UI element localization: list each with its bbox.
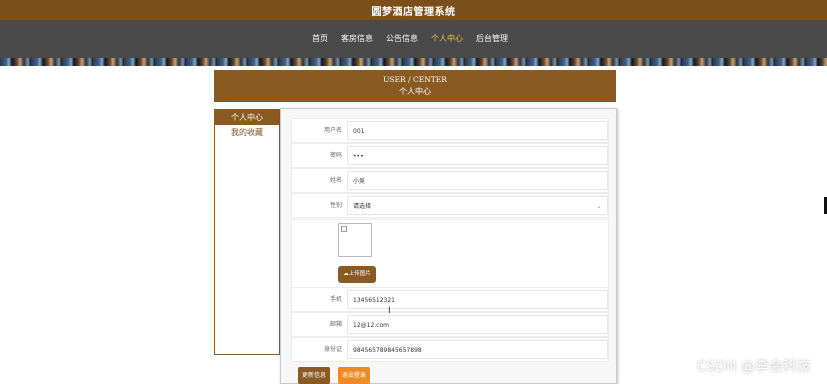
username-input[interactable]: 001 <box>347 121 608 140</box>
section-title-cn: 个人中心 <box>399 87 431 96</box>
nav-admin[interactable]: 后台管理 <box>476 33 508 44</box>
nav-personal-center[interactable]: 个人中心 <box>431 33 463 44</box>
phone-row: 手机 13456512321 <box>291 287 609 312</box>
section-title: USER / CENTER 个人中心 <box>214 70 616 102</box>
password-row: 密码 ••• <box>291 143 609 168</box>
password-label: 密码 <box>329 152 342 159</box>
name-label: 姓名 <box>329 177 342 184</box>
upload-image-button[interactable]: ☁上传图片 <box>338 266 376 283</box>
update-info-button[interactable]: 更新信息 <box>298 367 330 384</box>
top-title-bar: 圆梦酒店管理系统 <box>0 0 827 20</box>
id-card-label: 身份证 <box>323 346 342 353</box>
id-card-row: 身份证 984565789845657898 <box>291 337 609 362</box>
sidebar-item-favorites[interactable]: 我的收藏 <box>215 125 279 140</box>
main-nav: 首页 客房信息 公告信息 个人中心 后台管理 <box>0 20 827 60</box>
broken-image-icon <box>341 226 347 232</box>
username-row: 用户名 001 <box>291 118 609 143</box>
email-label: 邮箱 <box>329 321 342 328</box>
sidebar-item-personal-center[interactable]: 个人中心 <box>215 110 279 125</box>
email-input[interactable]: 12@12.com <box>347 315 608 334</box>
gender-select[interactable]: 请选择 ⌄ <box>347 196 608 215</box>
avatar-preview <box>338 223 372 257</box>
nav-rooms[interactable]: 客房信息 <box>341 33 373 44</box>
nav-home[interactable]: 首页 <box>312 33 328 44</box>
nav-notices[interactable]: 公告信息 <box>386 33 418 44</box>
gender-label: 性别 <box>329 202 342 209</box>
profile-form-panel: 用户名 001 密码 ••• 姓名 小吴 性别 请选择 ⌄ ☁上传图片 手机 1… <box>280 108 617 384</box>
logout-button[interactable]: 退出登录 <box>338 367 370 384</box>
password-input[interactable]: ••• <box>347 146 608 165</box>
section-title-en: USER / CENTER <box>383 75 447 84</box>
upload-image-label: 上传图片 <box>348 271 371 277</box>
username-label: 用户名 <box>323 127 342 134</box>
email-row: 邮箱 12@12.com <box>291 312 609 337</box>
gender-row: 性别 请选择 ⌄ <box>291 193 609 218</box>
id-card-input[interactable]: 984565789845657898 <box>347 340 608 359</box>
watermark: CSDN @李会科技 <box>696 359 811 375</box>
phone-label: 手机 <box>329 296 342 303</box>
gender-select-value: 请选择 <box>353 203 372 210</box>
sidebar: 个人中心 我的收藏 <box>214 109 280 355</box>
text-cursor-icon: I <box>388 306 391 316</box>
banner-strip <box>0 58 827 66</box>
chevron-down-icon: ⌄ <box>596 202 602 210</box>
phone-input[interactable]: 13456512321 <box>347 290 608 309</box>
name-row: 姓名 小吴 <box>291 168 609 193</box>
name-input[interactable]: 小吴 <box>347 171 608 190</box>
site-title: 圆梦酒店管理系统 <box>371 7 456 18</box>
